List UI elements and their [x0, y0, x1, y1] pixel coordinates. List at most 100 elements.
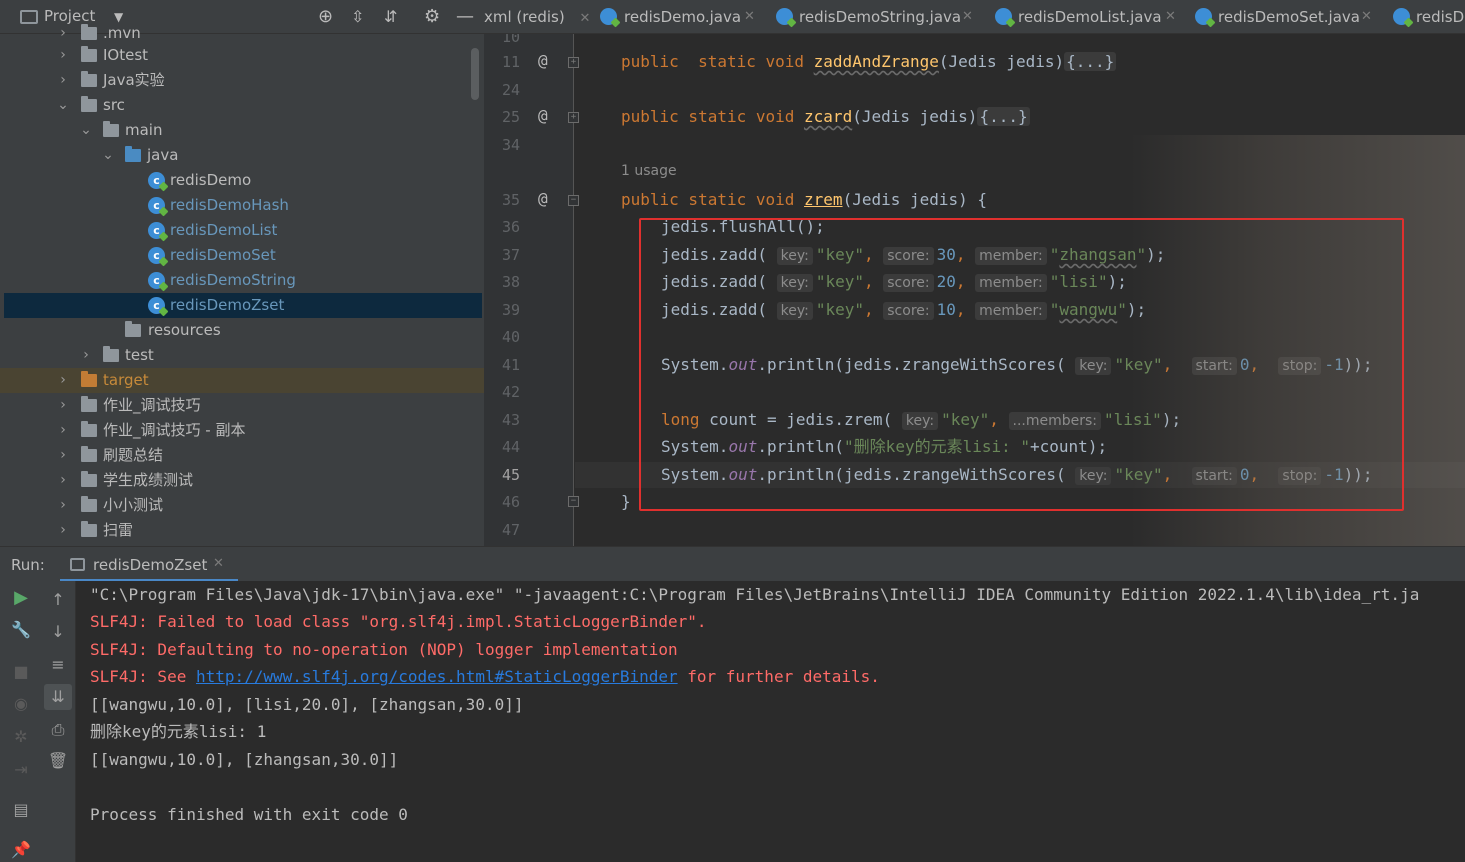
close-icon[interactable]: ✕	[213, 556, 224, 571]
java-class-icon: c	[148, 172, 165, 189]
fold-expand-icon[interactable]: +	[568, 112, 579, 123]
tree-item-java[interactable]: ⌄ java	[0, 143, 470, 168]
java-class-icon	[995, 8, 1012, 25]
folder-icon	[81, 46, 97, 62]
usage-hint[interactable]: 1 usage	[621, 163, 677, 179]
chevron-right-icon[interactable]: ›	[56, 43, 70, 68]
tree-item-class[interactable]: c redisDemoList	[0, 218, 470, 243]
fold-end-icon[interactable]: −	[568, 496, 579, 507]
layout-icon[interactable]: ▤	[10, 799, 32, 821]
tab-label: redisDe	[1416, 8, 1465, 26]
chevron-right-icon[interactable]: ›	[56, 393, 70, 418]
editor-tab-bar: xml (redis) ✕ redisDemo.java ✕ redisDemo…	[484, 0, 1465, 34]
chevron-right-icon[interactable]: ›	[56, 493, 70, 518]
tree-item-test[interactable]: › test	[0, 343, 470, 368]
line-number: 37	[501, 246, 520, 264]
tree-item-label: IOtest	[103, 46, 149, 64]
rerun-icon[interactable]: ▶	[10, 587, 32, 609]
close-icon[interactable]: ✕	[1361, 0, 1372, 33]
tree-item-folder[interactable]: › 刷题总结	[0, 443, 470, 468]
line-number: 11	[501, 53, 520, 71]
close-icon[interactable]: ✕	[744, 0, 755, 33]
chevron-down-icon[interactable]: ⌄	[79, 118, 93, 143]
tree-item-target[interactable]: › target	[0, 368, 484, 393]
run-tab[interactable]: redisDemoZset ✕	[60, 547, 238, 582]
tree-item-label: target	[103, 371, 149, 389]
settings-icon[interactable]: ✲	[10, 726, 32, 748]
override-marker-icon[interactable]: @	[538, 189, 548, 208]
console-output[interactable]: "C:\Program Files\Java\jdk-17\bin\java.e…	[76, 581, 1465, 862]
tree-item-folder[interactable]: › 学生成绩测试	[0, 468, 470, 493]
tree-item-class-selected[interactable]: c redisDemoZset	[4, 293, 482, 318]
tree-item-label: 作业_调试技巧 - 副本	[103, 421, 246, 439]
tree-item-label: redisDemoSet	[170, 246, 276, 264]
scroll-to-end-icon[interactable]: ⇊	[44, 684, 72, 710]
chevron-right-icon[interactable]: ›	[56, 368, 70, 393]
tree-item-label: redisDemoHash	[170, 196, 289, 214]
exit-icon[interactable]: ⇥	[10, 759, 32, 781]
chevron-right-icon[interactable]: ›	[56, 418, 70, 443]
code-line: public static void zaddAndZrange(Jedis j…	[621, 52, 1117, 71]
tab-label: redisDemo.java	[624, 8, 742, 26]
tree-item-java-experiment[interactable]: › Java实验	[0, 68, 470, 93]
tree-item-label: redisDemoString	[170, 271, 296, 289]
folder-icon	[103, 346, 119, 362]
tab-xml-redis[interactable]: xml (redis) ✕	[484, 0, 590, 33]
fold-expand-icon[interactable]: +	[568, 57, 579, 68]
line-number: 25	[501, 108, 520, 126]
chevron-right-icon[interactable]: ›	[56, 468, 70, 493]
arrow-up-icon[interactable]: ↑	[47, 589, 69, 611]
tree-item-class[interactable]: c redisDemoSet	[0, 243, 470, 268]
override-marker-icon[interactable]: @	[538, 51, 548, 70]
chevron-right-icon[interactable]: ›	[56, 443, 70, 468]
override-marker-icon[interactable]: @	[538, 106, 548, 125]
folder-icon	[81, 446, 97, 462]
tree-item-main[interactable]: ⌄ main	[0, 118, 470, 143]
tree-item-label: main	[125, 121, 163, 139]
code-line: public static void zrem(Jedis jedis) {	[621, 190, 988, 209]
console-line: Process finished with exit code 0	[90, 805, 408, 824]
wrench-icon[interactable]: 🔧	[10, 619, 32, 641]
close-icon[interactable]: ✕	[579, 11, 590, 26]
line-number: 45	[501, 466, 520, 484]
tree-item-folder[interactable]: › 作业_调试技巧	[0, 393, 470, 418]
close-icon[interactable]: ✕	[962, 0, 973, 33]
soft-wrap-icon[interactable]: ≡	[47, 654, 69, 676]
tree-item-folder[interactable]: › 扫雷	[0, 518, 470, 543]
slf4j-link[interactable]: http://www.slf4j.org/codes.html#StaticLo…	[196, 667, 678, 686]
console-line: [[wangwu,10.0], [lisi,20.0], [zhangsan,3…	[90, 695, 524, 714]
trash-icon[interactable]: 🗑	[47, 750, 69, 772]
arrow-down-icon[interactable]: ↓	[47, 621, 69, 643]
tree-item-class[interactable]: c redisDemoString	[0, 268, 470, 293]
chevron-right-icon[interactable]: ›	[56, 518, 70, 543]
tree-item-src[interactable]: ⌄ src	[0, 93, 470, 118]
code-editor[interactable]: 10 11 24 25 34 35 36 37 38 39 40 41 42 4…	[484, 34, 1465, 546]
folder-icon	[81, 471, 97, 487]
camera-icon[interactable]: ◉	[10, 693, 32, 715]
run-toolbar: ▶ ↑ 🔧 ↓ ■ ≡ ⇊ ◉ ⎙ ✲ 🗑 ⇥ ▤ 📌	[0, 581, 76, 862]
stop-icon[interactable]: ■	[10, 661, 32, 683]
chevron-right-icon[interactable]: ›	[56, 68, 70, 93]
close-icon[interactable]: ✕	[1165, 0, 1176, 33]
chevron-down-icon[interactable]: ⌄	[101, 143, 115, 168]
tree-item-class[interactable]: c redisDemo	[0, 168, 470, 193]
fold-collapse-icon[interactable]: −	[568, 195, 579, 206]
chevron-down-icon[interactable]: ⌄	[56, 93, 70, 118]
tree-item-folder[interactable]: › 小小测试	[0, 493, 470, 518]
folder-icon	[81, 396, 97, 412]
folded-code-block[interactable]: {...}	[977, 107, 1030, 126]
tree-item-resources[interactable]: resources	[0, 318, 470, 343]
chevron-right-icon[interactable]: ›	[79, 343, 93, 368]
folded-code-block[interactable]: {...}	[1064, 52, 1117, 71]
folder-icon	[81, 521, 97, 537]
tree-item-folder[interactable]: › 作业_调试技巧 - 副本	[0, 418, 470, 443]
print-icon[interactable]: ⎙	[47, 719, 69, 741]
folder-icon	[81, 96, 97, 112]
tree-item-iotest[interactable]: › IOtest	[0, 43, 470, 68]
tree-item-label: 扫雷	[103, 521, 134, 539]
java-class-icon: c	[148, 247, 165, 264]
project-scrollbar[interactable]	[471, 48, 479, 100]
code-line: }	[621, 492, 631, 511]
tree-item-class[interactable]: c redisDemoHash	[0, 193, 470, 218]
pin-icon[interactable]: 📌	[10, 839, 32, 861]
